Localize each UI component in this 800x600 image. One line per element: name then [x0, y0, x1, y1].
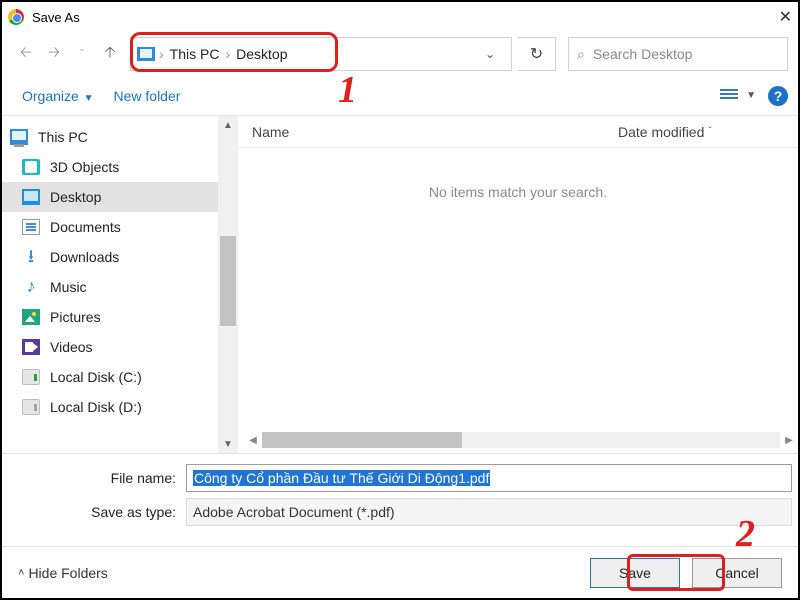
chevron-right-icon: › — [225, 46, 230, 62]
forward-button: 🡢 — [40, 40, 68, 68]
sidebar-scrollbar[interactable]: ▲ ▼ — [218, 116, 238, 453]
sidebar-item-pictures[interactable]: Pictures — [2, 302, 238, 332]
desktop-icon — [22, 189, 40, 205]
sidebar-item-music[interactable]: ♪ Music — [2, 272, 238, 302]
sidebar-item-local-disk-d[interactable]: Local Disk (D:) — [2, 392, 238, 422]
sidebar-item-label: Downloads — [50, 249, 119, 265]
sidebar-item-label: This PC — [38, 129, 88, 145]
address-bar-row: 🡠 🡢 ˇ 🡡 › This PC › Desktop ⌄ ↻ ⌕ Search… — [2, 32, 798, 76]
scrollbar-thumb[interactable] — [262, 432, 462, 448]
pc-icon — [10, 129, 28, 145]
search-input[interactable]: ⌕ Search Desktop — [568, 37, 788, 71]
column-header-date-modified[interactable]: Date modified ˇ — [618, 124, 798, 140]
scrollbar-thumb[interactable] — [220, 236, 236, 326]
recent-dropdown[interactable]: ˇ — [68, 40, 96, 68]
sidebar-item-label: Local Disk (C:) — [50, 369, 142, 385]
file-name-value: Công ty Cổ phần Đầu tư Thế Giới Di Động1… — [193, 470, 490, 486]
monitor-icon — [137, 47, 155, 61]
new-folder-button[interactable]: New folder — [104, 82, 191, 110]
sidebar-item-label: Pictures — [50, 309, 101, 325]
drive-icon — [22, 369, 40, 385]
save-button[interactable]: Save — [590, 558, 680, 588]
organize-button[interactable]: Organize ▼ — [12, 82, 104, 110]
window-title: Save As — [32, 10, 80, 25]
sidebar-item-desktop[interactable]: Desktop — [2, 182, 238, 212]
chevron-right-icon: › — [159, 46, 164, 62]
search-icon: ⌕ — [577, 46, 585, 63]
search-placeholder: Search Desktop — [593, 46, 693, 62]
file-list: Name Date modified ˇ No items match your… — [238, 116, 798, 453]
horizontal-scrollbar[interactable]: ◀ ▶ — [244, 431, 798, 449]
sidebar-item-local-disk-c[interactable]: Local Disk (C:) — [2, 362, 238, 392]
sort-descending-icon: ˇ — [708, 126, 711, 137]
sidebar-item-this-pc[interactable]: This PC — [2, 122, 238, 152]
sidebar-item-videos[interactable]: Videos — [2, 332, 238, 362]
drive-icon — [22, 399, 40, 415]
scroll-right-icon[interactable]: ▶ — [780, 435, 798, 446]
file-name-input[interactable]: Công ty Cổ phần Đầu tư Thế Giới Di Động1… — [186, 464, 792, 492]
sidebar-item-documents[interactable]: Documents — [2, 212, 238, 242]
sidebar-item-label: Music — [50, 279, 87, 295]
download-icon: ⭳ — [22, 249, 40, 265]
help-icon[interactable]: ? — [768, 86, 788, 106]
sidebar-item-downloads[interactable]: ⭳ Downloads — [2, 242, 238, 272]
music-icon: ♪ — [22, 279, 40, 295]
breadcrumb[interactable]: › This PC › Desktop ⌄ — [130, 37, 512, 71]
scroll-up-icon[interactable]: ▲ — [218, 116, 238, 134]
chrome-icon — [8, 9, 24, 25]
empty-list-message: No items match your search. — [238, 184, 798, 200]
refresh-button[interactable]: ↻ — [518, 37, 556, 71]
cancel-button[interactable]: Cancel — [692, 558, 782, 588]
chevron-up-icon: ˄ — [18, 567, 24, 579]
folder-tree: This PC 3D Objects Desktop Documents ⭳ Do… — [2, 116, 238, 422]
breadcrumb-this-pc[interactable]: This PC — [170, 46, 220, 62]
cube-icon — [22, 159, 40, 175]
chevron-down-icon[interactable]: ▼ — [746, 90, 756, 101]
file-name-label: File name: — [8, 470, 186, 486]
sidebar: This PC 3D Objects Desktop Documents ⭳ Do… — [2, 116, 238, 453]
title-bar: Save As ✕ — [2, 2, 798, 32]
sidebar-item-label: Desktop — [50, 189, 101, 205]
up-button[interactable]: 🡡 — [96, 40, 124, 68]
sidebar-item-label: Documents — [50, 219, 121, 235]
chevron-down-icon: ▼ — [81, 93, 94, 104]
footer: ˄ Hide Folders Save Cancel — [2, 546, 798, 598]
hide-folders-button[interactable]: ˄ Hide Folders — [18, 565, 108, 581]
body: This PC 3D Objects Desktop Documents ⭳ Do… — [2, 116, 798, 454]
sidebar-item-label: Videos — [50, 339, 93, 355]
column-header-name[interactable]: Name — [252, 124, 618, 140]
sidebar-item-label: Local Disk (D:) — [50, 399, 142, 415]
document-icon — [22, 219, 40, 235]
hide-folders-label: Hide Folders — [28, 565, 107, 581]
sidebar-item-label: 3D Objects — [50, 159, 119, 175]
breadcrumb-dropdown[interactable]: ⌄ — [475, 47, 505, 61]
picture-icon — [22, 309, 40, 325]
breadcrumb-desktop[interactable]: Desktop — [236, 46, 287, 62]
toolbar: Organize ▼ New folder ▼ ? — [2, 76, 798, 116]
file-list-header: Name Date modified ˇ — [238, 116, 798, 148]
scroll-left-icon[interactable]: ◀ — [244, 435, 262, 446]
save-as-type-label: Save as type: — [8, 504, 186, 520]
sidebar-item-3d-objects[interactable]: 3D Objects — [2, 152, 238, 182]
scroll-down-icon[interactable]: ▼ — [218, 435, 238, 453]
video-icon — [22, 339, 40, 355]
close-icon[interactable]: ✕ — [779, 7, 792, 27]
back-button[interactable]: 🡠 — [12, 40, 40, 68]
save-form: File name: Công ty Cổ phần Đầu tư Thế Gi… — [2, 454, 798, 538]
view-mode-button[interactable] — [720, 89, 738, 103]
save-as-type-select[interactable]: Adobe Acrobat Document (*.pdf) — [186, 498, 792, 526]
